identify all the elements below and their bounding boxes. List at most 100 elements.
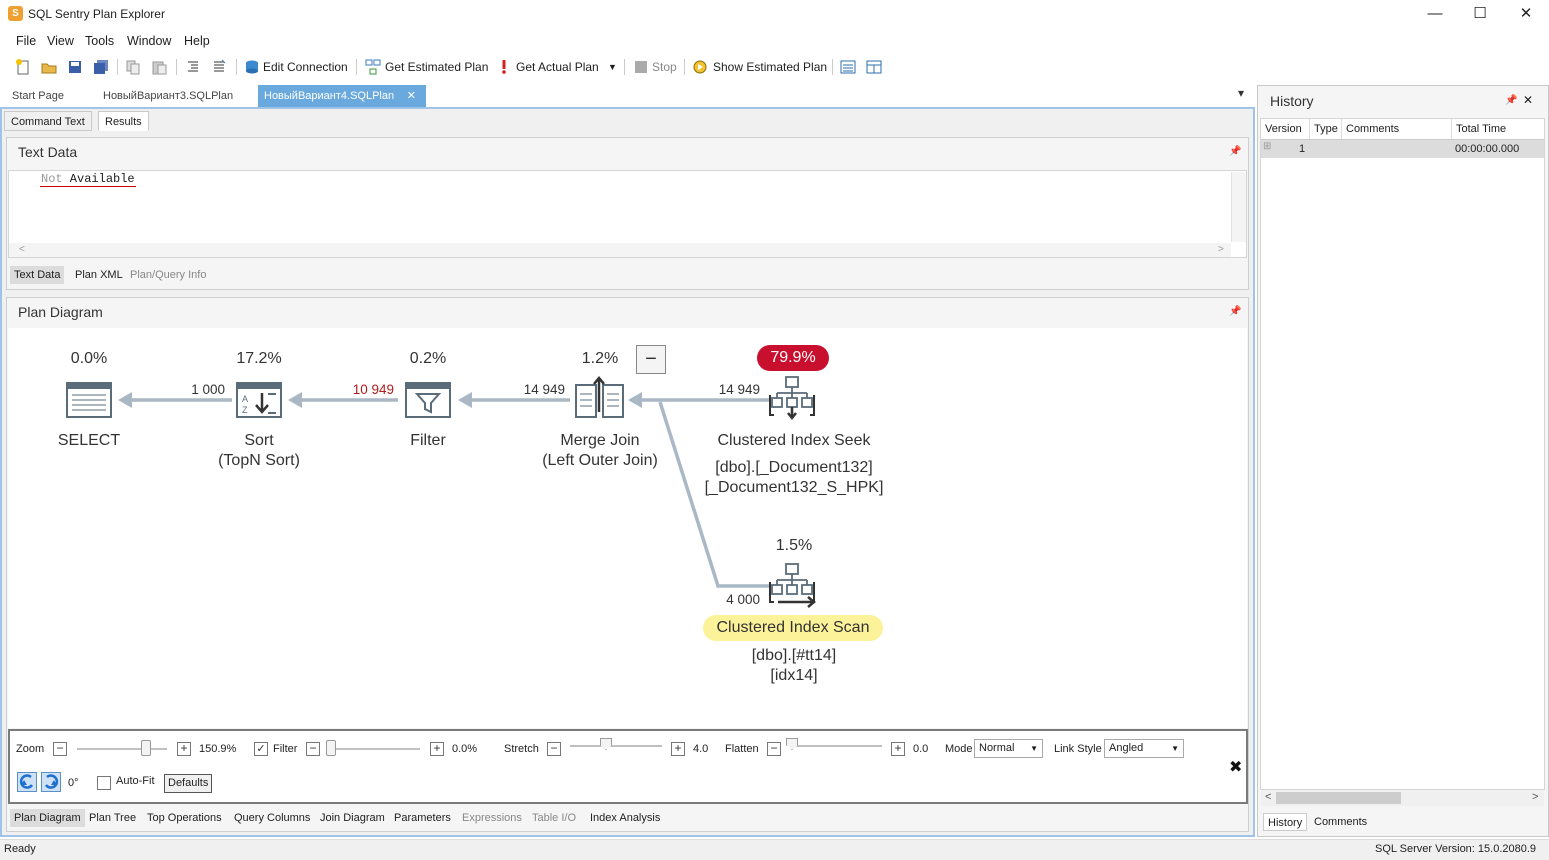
filter-checkbox[interactable]: ✓ bbox=[254, 742, 268, 756]
zoom-slider-thumb[interactable] bbox=[141, 740, 151, 756]
menu-file[interactable]: File bbox=[16, 34, 36, 48]
scroll-right-icon[interactable]: > bbox=[1218, 244, 1224, 255]
stop-button[interactable]: Stop bbox=[652, 60, 677, 74]
node-index-name: [_Document132_S_HPK] bbox=[704, 479, 884, 496]
grid-header-comments[interactable]: Comments bbox=[1342, 119, 1452, 139]
merge-join-operator-icon[interactable] bbox=[575, 376, 625, 423]
open-folder-icon[interactable] bbox=[41, 59, 57, 75]
format-icon[interactable] bbox=[185, 59, 201, 75]
close-controls-icon[interactable]: ✖ bbox=[1229, 757, 1242, 777]
tab-text-data[interactable]: Text Data bbox=[10, 266, 65, 284]
select-operator-icon[interactable] bbox=[66, 382, 112, 421]
doc-tab-plan3[interactable]: НовыйВариант3.SQLPlan bbox=[97, 85, 239, 107]
pin-icon[interactable]: 📌 bbox=[1505, 95, 1517, 106]
tab-plan-tree[interactable]: Plan Tree bbox=[85, 809, 140, 827]
node-label: Sort bbox=[244, 432, 274, 449]
text-data-title: Text Data bbox=[18, 144, 78, 160]
zoom-in-button[interactable]: + bbox=[177, 742, 191, 756]
collapse-branch-button[interactable]: − bbox=[636, 345, 666, 374]
close-tab-icon[interactable]: ✕ bbox=[407, 85, 416, 107]
flatten-slider-track[interactable] bbox=[790, 745, 882, 747]
flatten-decrease-button[interactable]: − bbox=[767, 742, 781, 756]
mode-select[interactable]: Normal ▼ bbox=[974, 739, 1043, 758]
scroll-right-icon[interactable]: > bbox=[1532, 791, 1538, 803]
defaults-button[interactable]: Defaults bbox=[164, 774, 213, 793]
tab-expressions[interactable]: Expressions bbox=[458, 809, 526, 827]
menu-view[interactable]: View bbox=[47, 34, 74, 48]
tab-command-text[interactable]: Command Text bbox=[4, 111, 92, 131]
tab-table-io[interactable]: Table I/O bbox=[528, 809, 580, 827]
horizontal-scrollbar[interactable] bbox=[9, 243, 1231, 257]
close-history-icon[interactable]: ✕ bbox=[1523, 93, 1533, 107]
history-scrollbar-thumb[interactable] bbox=[1276, 792, 1401, 804]
filter-operator-icon[interactable] bbox=[405, 382, 451, 421]
edit-connection-button[interactable]: Edit Connection bbox=[263, 60, 348, 74]
filter-slider-thumb[interactable] bbox=[326, 740, 336, 756]
vertical-scrollbar[interactable] bbox=[1231, 172, 1246, 242]
tab-plan-diagram[interactable]: Plan Diagram bbox=[10, 809, 85, 827]
doc-tab-plan4[interactable]: НовыйВариант4.SQLPlan ✕ bbox=[258, 85, 426, 107]
get-actual-plan-button[interactable]: Get Actual Plan bbox=[516, 60, 599, 74]
stretch-label: Stretch bbox=[504, 743, 539, 755]
pin-icon[interactable]: 📌 bbox=[1229, 146, 1241, 157]
show-estimated-plan-button[interactable]: Show Estimated Plan bbox=[713, 60, 827, 74]
maximize-button[interactable]: ☐ bbox=[1469, 4, 1491, 24]
zoom-out-button[interactable]: − bbox=[53, 742, 67, 756]
scroll-left-icon[interactable]: < bbox=[1265, 791, 1271, 803]
estimated-plan-icon[interactable] bbox=[365, 59, 381, 75]
close-window-button[interactable]: ✕ bbox=[1515, 4, 1537, 24]
grid-header-total-time[interactable]: Total Time bbox=[1452, 119, 1544, 139]
tab-history[interactable]: History bbox=[1263, 813, 1308, 831]
actual-plan-icon[interactable] bbox=[496, 59, 512, 75]
get-estimated-plan-button[interactable]: Get Estimated Plan bbox=[385, 60, 488, 74]
tab-comments[interactable]: Comments bbox=[1310, 813, 1371, 831]
menu-window[interactable]: Window bbox=[127, 34, 171, 48]
menu-tools[interactable]: Tools bbox=[85, 34, 114, 48]
link-style-select[interactable]: Angled ▼ bbox=[1104, 739, 1184, 758]
save-all-icon[interactable] bbox=[93, 59, 109, 75]
doc-tab-start-page[interactable]: Start Page bbox=[6, 85, 70, 107]
tab-list-dropdown-icon[interactable]: ▾ bbox=[1238, 86, 1244, 100]
expand-row-icon[interactable]: ⊞ bbox=[1263, 141, 1271, 152]
stretch-increase-button[interactable]: + bbox=[671, 742, 685, 756]
tab-top-operations[interactable]: Top Operations bbox=[143, 809, 226, 827]
rotate-right-icon[interactable] bbox=[41, 772, 61, 792]
menu-help[interactable]: Help bbox=[184, 34, 210, 48]
zoom-slider-track[interactable] bbox=[77, 748, 167, 750]
paste-icon[interactable] bbox=[151, 59, 167, 75]
minimize-button[interactable]: — bbox=[1424, 4, 1446, 24]
layout-split-icon[interactable] bbox=[866, 59, 882, 75]
unformat-icon[interactable] bbox=[211, 59, 227, 75]
tab-plan-query-info[interactable]: Plan/Query Info bbox=[126, 266, 210, 284]
grid-header-type[interactable]: Type bbox=[1310, 119, 1342, 139]
database-connection-icon[interactable] bbox=[244, 59, 260, 75]
rotate-left-icon[interactable] bbox=[17, 772, 37, 792]
sort-operator-icon[interactable]: AZ bbox=[236, 382, 282, 421]
scroll-left-icon[interactable]: < bbox=[19, 244, 25, 255]
layout-horizontal-icon[interactable] bbox=[840, 59, 856, 75]
tab-index-analysis[interactable]: Index Analysis bbox=[586, 809, 664, 827]
tab-results[interactable]: Results bbox=[98, 111, 149, 131]
filter-decrease-button[interactable]: − bbox=[306, 742, 320, 756]
tab-join-diagram[interactable]: Join Diagram bbox=[316, 809, 389, 827]
autofit-checkbox[interactable] bbox=[97, 776, 111, 790]
clustered-index-seek-icon[interactable] bbox=[768, 376, 818, 423]
row-version: 1 bbox=[1299, 143, 1306, 155]
copy-icon[interactable] bbox=[125, 59, 141, 75]
stretch-decrease-button[interactable]: − bbox=[547, 742, 561, 756]
history-grid[interactable] bbox=[1260, 118, 1545, 790]
tab-parameters[interactable]: Parameters bbox=[390, 809, 455, 827]
filter-increase-button[interactable]: + bbox=[430, 742, 444, 756]
show-plan-icon[interactable] bbox=[692, 59, 708, 75]
new-file-icon[interactable] bbox=[15, 59, 31, 75]
tab-plan-xml[interactable]: Plan XML bbox=[71, 266, 127, 284]
flatten-increase-button[interactable]: + bbox=[891, 742, 905, 756]
pin-icon[interactable]: 📌 bbox=[1229, 306, 1241, 317]
clustered-index-scan-icon[interactable] bbox=[768, 563, 818, 612]
save-icon[interactable] bbox=[67, 59, 83, 75]
grid-header-version[interactable]: Version bbox=[1261, 119, 1310, 139]
tab-query-columns[interactable]: Query Columns bbox=[230, 809, 314, 827]
filter-slider-track[interactable] bbox=[336, 748, 420, 750]
actual-plan-dropdown-icon[interactable]: ▼ bbox=[608, 62, 617, 72]
stretch-slider-track[interactable] bbox=[570, 745, 662, 747]
